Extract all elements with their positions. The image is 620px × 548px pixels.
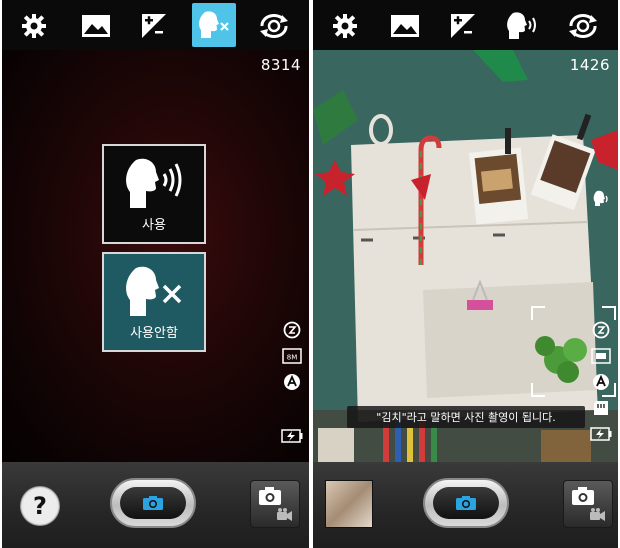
auto-mode-icon <box>590 372 612 392</box>
exposure-icon[interactable] <box>134 6 174 46</box>
gallery-icon[interactable] <box>76 6 116 46</box>
shot-counter: 1426 <box>569 56 610 74</box>
last-photo-thumbnail[interactable] <box>325 480 373 528</box>
camera-camcorder-icon <box>259 487 292 521</box>
focus-frame-bottom-left <box>531 383 545 397</box>
resolution-icon <box>590 346 612 366</box>
camera-icon <box>456 496 476 510</box>
voice-on-icon[interactable] <box>503 6 543 46</box>
viewfinder-scene <box>313 50 618 462</box>
voice-off-icon[interactable] <box>192 3 236 47</box>
gear-icon[interactable] <box>14 6 54 46</box>
voice-indicator-icon <box>590 188 612 208</box>
shutter-button[interactable] <box>110 478 196 528</box>
timer-icon <box>590 320 612 340</box>
battery-status <box>281 426 303 452</box>
battery-charging-icon <box>590 424 612 444</box>
viewfinder[interactable] <box>313 50 618 462</box>
status-icons: 8M <box>281 320 303 398</box>
exposure-icon[interactable] <box>443 6 483 46</box>
bottom-controls: ? <box>2 462 309 548</box>
camera-screen-voice-settings: 8314 사용 사용안함 8M ? <box>2 0 309 548</box>
top-toolbar <box>2 0 309 50</box>
camcorder-mode-button[interactable] <box>250 480 300 528</box>
voice-use-label: 사용 <box>142 218 166 233</box>
shutter-inner <box>120 487 186 519</box>
voice-indicator <box>590 188 612 214</box>
top-toolbar <box>313 0 618 50</box>
resolution-8m-icon: 8M <box>281 346 303 366</box>
focus-frame-top-right <box>602 306 616 320</box>
status-icons <box>590 320 612 450</box>
switch-camera-icon[interactable] <box>254 6 294 46</box>
shot-counter: 8314 <box>260 56 301 74</box>
gear-icon[interactable] <box>325 6 365 46</box>
battery-charging-icon <box>281 426 303 446</box>
bottom-controls <box>313 462 618 548</box>
voice-hint-toast: "김치"라고 말하면 사진 촬영이 됩니다. <box>347 406 585 428</box>
timer-icon <box>281 320 303 340</box>
camera-icon <box>143 496 163 510</box>
shutter-button[interactable] <box>423 478 509 528</box>
resolution-badge: 8M <box>287 354 298 362</box>
voice-off-icon <box>126 266 182 316</box>
voice-on-icon <box>126 158 182 208</box>
auto-mode-icon <box>281 372 303 392</box>
shutter-inner <box>433 487 499 519</box>
switch-camera-icon[interactable] <box>563 6 603 46</box>
focus-frame-top-left <box>531 306 545 320</box>
gallery-icon[interactable] <box>385 6 425 46</box>
camcorder-mode-button[interactable] <box>563 480 613 528</box>
voice-off-option[interactable]: 사용안함 <box>102 252 206 352</box>
help-button[interactable]: ? <box>20 486 60 526</box>
voice-use-option[interactable]: 사용 <box>102 144 206 244</box>
voice-off-label: 사용안함 <box>130 326 178 341</box>
camera-screen-live: 1426 "김치"라고 말하면 사진 촬영이 됩니다. <box>313 0 618 548</box>
storage-icon <box>590 398 612 418</box>
camera-camcorder-icon <box>572 487 605 521</box>
